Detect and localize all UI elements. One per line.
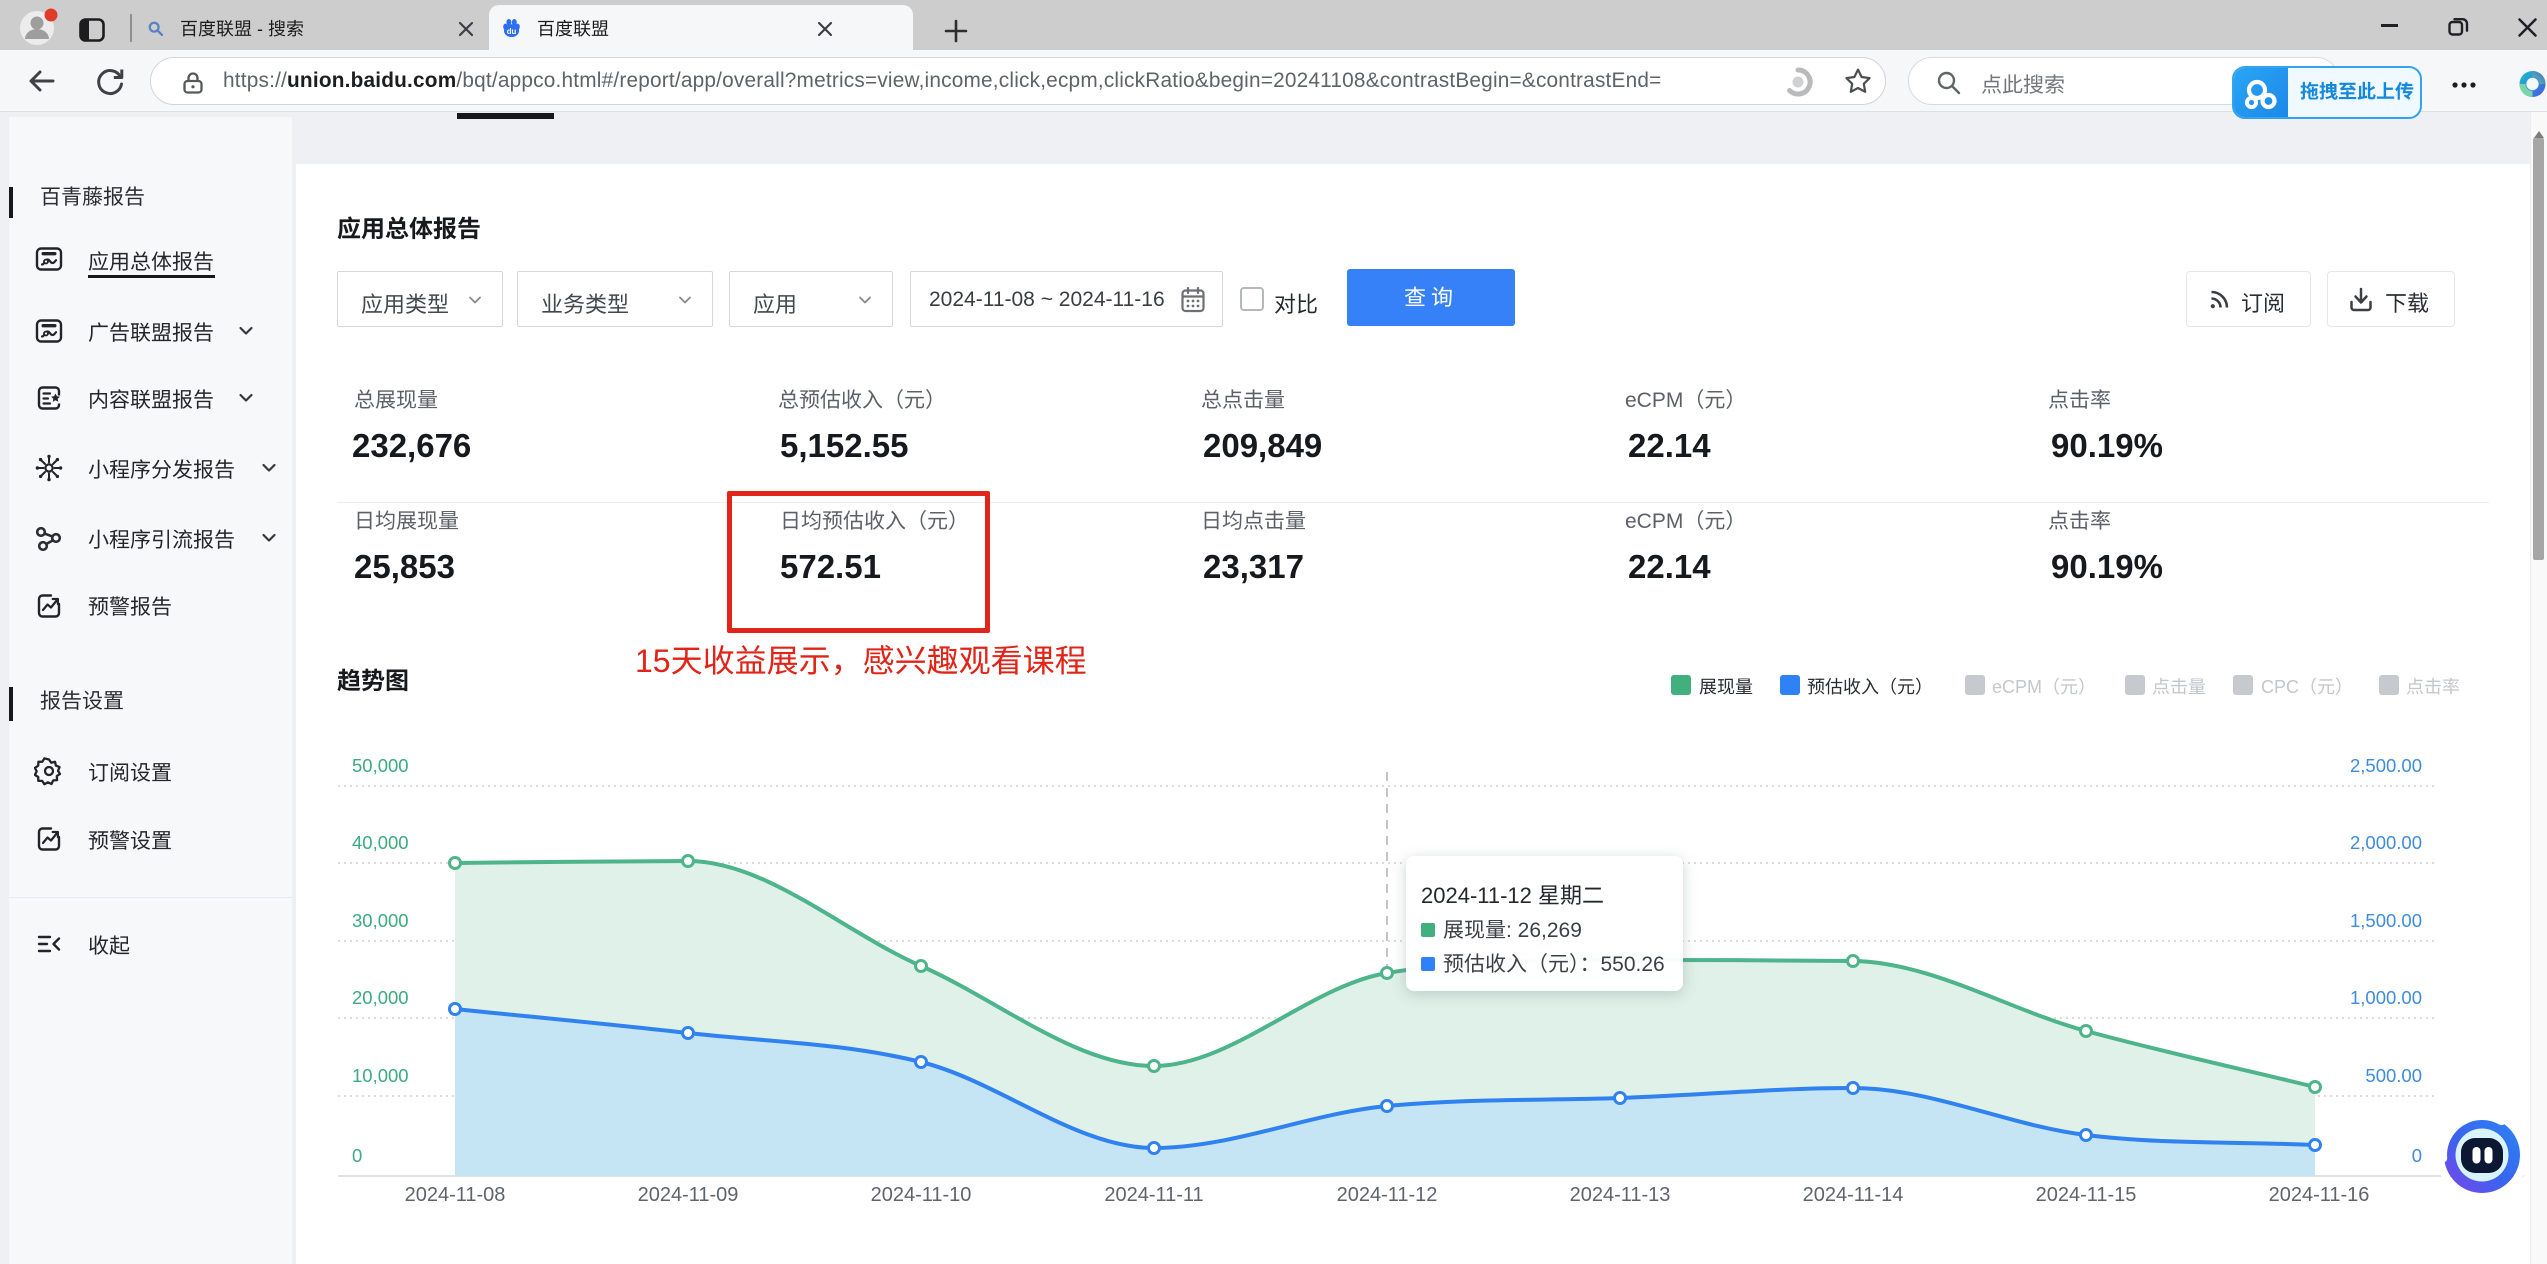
svg-text:2,000.00: 2,000.00 (2350, 832, 2422, 853)
svg-text:2024-11-11: 2024-11-11 (1104, 1184, 1203, 1206)
svg-text:0: 0 (2412, 1145, 2422, 1166)
svg-text:2,500.00: 2,500.00 (2350, 755, 2422, 776)
svg-text:2024-11-08: 2024-11-08 (405, 1184, 506, 1206)
svg-text:40,000: 40,000 (352, 832, 409, 853)
svg-text:0: 0 (352, 1145, 362, 1166)
svg-text:1,000.00: 1,000.00 (2350, 987, 2422, 1008)
svg-text:50,000: 50,000 (352, 755, 409, 776)
svg-text:10,000: 10,000 (352, 1065, 409, 1086)
svg-text:30,000: 30,000 (352, 910, 409, 931)
svg-text:2024-11-16: 2024-11-16 (2269, 1184, 2370, 1206)
svg-text:1,500.00: 1,500.00 (2350, 910, 2422, 931)
svg-text:2024-11-14: 2024-11-14 (1803, 1184, 1904, 1206)
svg-text:500.00: 500.00 (2365, 1065, 2422, 1086)
svg-text:2024-11-15: 2024-11-15 (2036, 1184, 2137, 1206)
svg-text:2024-11-12: 2024-11-12 (1337, 1184, 1438, 1206)
svg-text:du: du (507, 27, 517, 36)
svg-text:2024-11-10: 2024-11-10 (871, 1184, 972, 1206)
svg-text:20,000: 20,000 (352, 987, 409, 1008)
svg-text:2024-11-13: 2024-11-13 (1570, 1184, 1671, 1206)
svg-text:2024-11-09: 2024-11-09 (638, 1184, 739, 1206)
